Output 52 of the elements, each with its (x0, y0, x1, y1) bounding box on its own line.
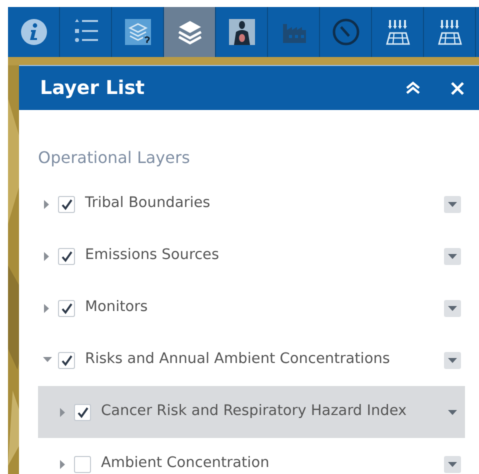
checkbox[interactable] (74, 404, 91, 420)
caret-down-icon (448, 358, 457, 362)
checkmark-icon (60, 198, 72, 210)
layer-label: Tribal Boundaries (85, 194, 212, 214)
layer-menu-button[interactable] (444, 196, 461, 212)
layer-menu-button[interactable] (444, 248, 461, 264)
layer-row[interactable]: Risks and Annual Ambient Concentrations (38, 334, 465, 386)
grid-arrows-icon (384, 18, 412, 46)
layer-menu-button[interactable] (444, 300, 461, 316)
layer-label: Monitors (85, 298, 149, 318)
caret-right-icon (60, 460, 66, 468)
layer-menu-button[interactable] (444, 456, 461, 472)
checkbox[interactable] (58, 196, 75, 212)
caret-down-icon (448, 202, 457, 206)
checkmark-icon (76, 406, 88, 418)
checkmark-icon (60, 354, 72, 366)
layer-row[interactable]: Ambient Concentration (38, 438, 465, 474)
caret-right-icon (60, 408, 66, 416)
caret-down-icon (448, 410, 457, 414)
layers-icon (176, 18, 204, 46)
checkbox[interactable] (58, 300, 75, 316)
caret-down-icon (42, 357, 52, 363)
caret-down-icon (448, 462, 457, 466)
checkmark-icon (60, 250, 72, 262)
layer-menu-button[interactable] (444, 352, 461, 368)
caret-right-icon (44, 252, 50, 260)
info-icon (20, 18, 48, 46)
checkmark-icon (60, 302, 72, 314)
layer-label: Risks and Annual Ambient Concentrations (85, 350, 391, 370)
layer-label: Cancer Risk and Respiratory Hazard Index (101, 402, 408, 422)
body-icon (228, 18, 256, 46)
grid-arrows-icon (436, 18, 464, 46)
checkbox[interactable] (58, 352, 75, 368)
double-chevron-up-icon (405, 81, 421, 95)
layer-row[interactable]: Monitors (38, 282, 465, 334)
layer-row[interactable]: Cancer Risk and Respiratory Hazard Index (38, 386, 465, 438)
layers-help-icon (124, 18, 152, 46)
layer-label: Ambient Concentration (101, 454, 270, 474)
checkbox[interactable] (74, 456, 91, 472)
layer-label: Emissions Sources (85, 246, 220, 266)
gauge-icon (332, 18, 360, 46)
caret-down-icon (448, 306, 457, 310)
section-heading: Operational Layers (38, 147, 191, 169)
panel-title: Layer List (40, 76, 146, 101)
toolbar-button[interactable] (164, 7, 216, 57)
caret-right-icon (44, 200, 50, 208)
caret-right-icon (44, 304, 50, 312)
close-icon (450, 82, 464, 94)
checkbox[interactable] (58, 248, 75, 264)
caret-down-icon (448, 254, 457, 258)
layer-row[interactable]: Tribal Boundaries (38, 178, 465, 230)
layer-row[interactable]: Emissions Sources (38, 230, 465, 282)
